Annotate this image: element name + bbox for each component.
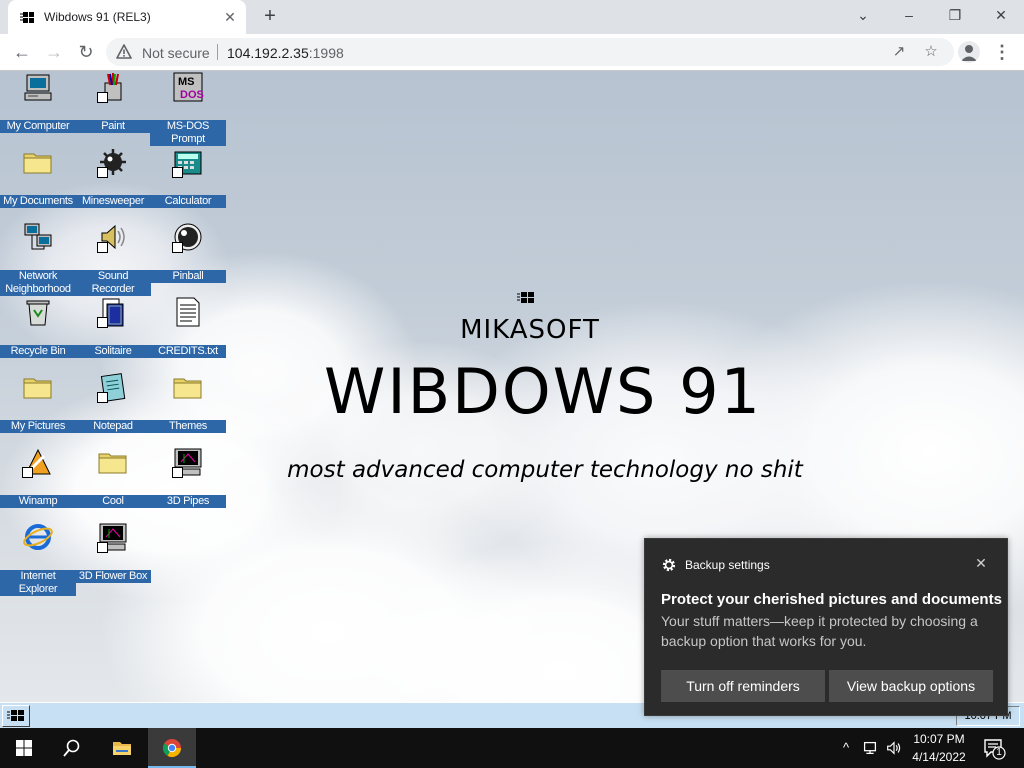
wibdows-favicon-icon xyxy=(20,12,34,23)
shortcut-arrow-icon xyxy=(172,242,183,253)
url-port: :1998 xyxy=(308,45,344,61)
desktop-icon[interactable]: Calculator xyxy=(150,146,226,208)
desktop-icon-label: Network Neighborhood xyxy=(0,270,76,296)
address-bar[interactable]: Not secure 104.192.2.35:1998 ↗ ☆ xyxy=(106,38,954,66)
desktop-icon-label: Pinball xyxy=(150,270,226,283)
not-secure-label[interactable]: Not secure xyxy=(142,45,210,61)
shortcut-arrow-icon xyxy=(97,242,108,253)
backup-toast-notification[interactable]: Backup settings ✕ Protect your cherished… xyxy=(644,538,1008,716)
back-arrow-icon[interactable]: ← xyxy=(8,38,36,66)
network-icon[interactable] xyxy=(860,738,880,758)
gear-icon xyxy=(662,558,676,572)
share-icon[interactable]: ↗ xyxy=(890,43,908,61)
tab-title: Wibdows 91 (REL3) xyxy=(44,10,151,24)
system-clock[interactable]: 10:07 PM 4/14/2022 xyxy=(900,730,978,766)
desktop-icon[interactable]: Pinball xyxy=(150,221,226,283)
wibdows-start-logo-icon xyxy=(7,710,24,721)
browser-menu-icon[interactable]: ⋮ xyxy=(990,40,1014,64)
desktop-icon[interactable]: Internet Explorer xyxy=(0,521,76,596)
desktop-icon-label: Winamp xyxy=(0,495,76,508)
network-icon xyxy=(22,221,54,253)
brand-title: WIBDOWS 91 xyxy=(324,355,762,428)
desktop-icon[interactable]: Network Neighborhood xyxy=(0,221,76,296)
screensaver-icon xyxy=(97,521,129,553)
internet-explorer-icon xyxy=(22,521,54,553)
tab-close-icon[interactable]: ✕ xyxy=(222,9,238,25)
toast-app-name: Backup settings xyxy=(685,558,770,572)
chrome-icon xyxy=(163,739,181,758)
url-divider xyxy=(217,44,218,60)
forward-arrow-icon[interactable]: → xyxy=(40,38,68,66)
paint-icon xyxy=(97,71,129,103)
svg-text:DOS: DOS xyxy=(180,89,204,101)
desktop-icon[interactable]: Paint xyxy=(75,71,151,133)
chrome-taskbar-button[interactable] xyxy=(148,728,196,768)
url-host: 104.192.2.35 xyxy=(227,45,309,61)
desktop-icon-label: Paint xyxy=(75,120,151,133)
new-tab-button[interactable]: + xyxy=(258,5,282,29)
tab-strip: Wibdows 91 (REL3) ✕ + ⌄ – ❐ ✕ xyxy=(0,0,1024,34)
sound-recorder-icon xyxy=(97,221,129,253)
clock-date: 4/14/2022 xyxy=(912,750,966,764)
desktop-icon[interactable]: My Documents xyxy=(0,146,76,208)
minesweeper-icon xyxy=(97,146,129,178)
shortcut-arrow-icon xyxy=(97,92,108,103)
desktop-icon-label: Sound Recorder xyxy=(75,270,151,296)
desktop-icon[interactable]: Sound Recorder xyxy=(75,221,151,296)
start-button[interactable] xyxy=(0,728,48,768)
search-button[interactable] xyxy=(48,728,96,768)
desktop-icon-label: Minesweeper xyxy=(75,195,151,208)
clock-time: 10:07 PM xyxy=(913,732,965,746)
desktop-icon-label: 3D Pipes xyxy=(150,495,226,508)
toast-body: Your stuff matters—keep it protected by … xyxy=(661,613,978,649)
close-window-button[interactable]: ✕ xyxy=(978,0,1024,32)
notification-center-button[interactable]: 1 xyxy=(982,736,1006,760)
warning-icon xyxy=(116,44,132,59)
desktop-icon-label: MS-DOS Prompt xyxy=(150,120,226,146)
desktop-icon-label: My Computer xyxy=(0,120,76,133)
toast-close-icon[interactable]: ✕ xyxy=(971,553,991,573)
shortcut-arrow-icon xyxy=(97,542,108,553)
svg-text:MS: MS xyxy=(178,76,195,88)
notification-count-badge: 1 xyxy=(996,747,1002,758)
tray-expand-chevron-icon[interactable]: ^ xyxy=(836,738,856,758)
shortcut-arrow-icon xyxy=(172,167,183,178)
desktop-icon[interactable]: MS DOS MS-DOS Prompt xyxy=(150,71,226,146)
file-explorer-button[interactable] xyxy=(98,728,146,768)
bookmark-star-icon[interactable]: ☆ xyxy=(922,43,940,61)
folder-icon xyxy=(22,146,54,178)
desktop-icon[interactable]: Minesweeper xyxy=(75,146,151,208)
url-text[interactable]: 104.192.2.35:1998 xyxy=(227,45,344,61)
wibdows-logo-icon xyxy=(517,292,534,303)
brand-company: MIKASOFT xyxy=(460,315,600,345)
shortcut-arrow-icon xyxy=(97,167,108,178)
windows-logo-icon xyxy=(16,740,32,756)
windows-taskbar: ^ 10:07 PM 4/14/2022 1 xyxy=(0,728,1024,768)
ms-dos-icon: MS DOS xyxy=(172,71,204,103)
desktop-icon[interactable]: My Computer xyxy=(0,71,76,133)
calculator-icon xyxy=(172,146,204,178)
pinball-icon xyxy=(172,221,204,253)
file-explorer-icon xyxy=(113,742,131,755)
toast-title: Protect your cherished pictures and docu… xyxy=(661,591,1002,608)
my-computer-icon xyxy=(22,71,54,103)
desktop-icon-label: 3D Flower Box xyxy=(75,570,151,583)
desktop-icon-label: Cool xyxy=(75,495,151,508)
wibdows-start-button[interactable] xyxy=(2,705,30,727)
desktop-icon-label: Internet Explorer xyxy=(0,570,76,596)
tab-search-chevron-icon[interactable]: ⌄ xyxy=(840,0,886,32)
restore-button[interactable]: ❐ xyxy=(932,0,978,32)
desktop-icon-label: Calculator xyxy=(150,195,226,208)
search-icon xyxy=(63,739,80,757)
reload-icon[interactable]: ↻ xyxy=(72,38,100,66)
view-backup-options-button[interactable]: View backup options xyxy=(829,670,993,702)
browser-toolbar: ← → ↻ Not secure 104.192.2.35:1998 ↗ ☆ ⋮ xyxy=(0,34,1024,71)
minimize-button[interactable]: – xyxy=(886,0,932,32)
tab-wibdows[interactable]: Wibdows 91 (REL3) ✕ xyxy=(8,0,246,34)
profile-avatar-icon[interactable] xyxy=(958,41,980,63)
brand-tagline: most advanced computer technology no shi… xyxy=(287,457,803,483)
desktop-icon-label: My Documents xyxy=(0,195,76,208)
turn-off-reminders-button[interactable]: Turn off reminders xyxy=(661,670,825,702)
desktop-icon[interactable]: 3D Flower Box xyxy=(75,521,151,583)
